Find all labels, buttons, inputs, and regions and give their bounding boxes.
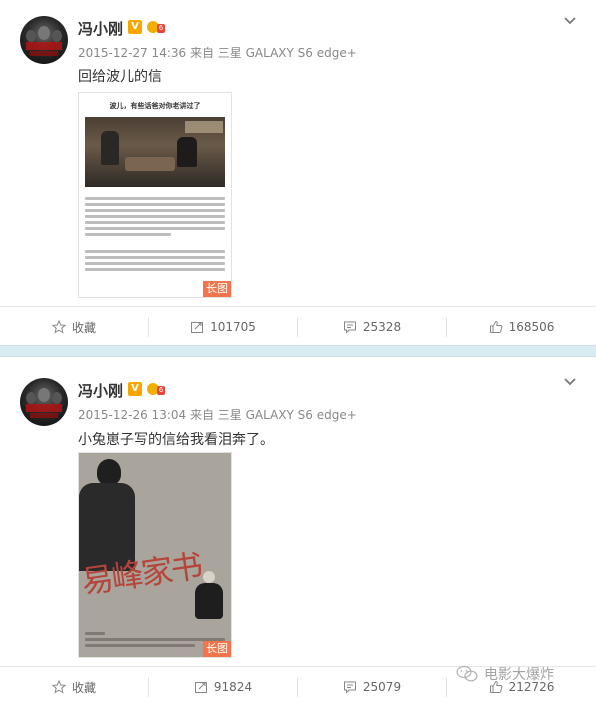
repost-button[interactable]: 101705 <box>149 307 297 347</box>
post-source: 来自 三星 GALAXY S6 edge+ <box>189 408 357 422</box>
post-meta: 2015-12-26 13:04 来自 三星 GALAXY S6 edge+ <box>78 406 357 423</box>
author-avatar[interactable] <box>20 378 68 426</box>
repost-button[interactable]: 91824 <box>149 667 297 707</box>
comment-icon <box>343 321 356 334</box>
wechat-icon <box>456 665 478 682</box>
post-actions: 收藏 101705 25328 168506 <box>0 306 596 347</box>
repost-icon <box>191 322 204 333</box>
thumbs-up-icon <box>489 320 503 333</box>
author-avatar[interactable] <box>20 16 68 64</box>
comment-icon <box>343 681 356 694</box>
comment-button[interactable]: 25079 <box>298 667 446 707</box>
weibo-post: 冯小刚 V 6 2015-12-26 13:04 来自 三星 GALAXY S6… <box>0 357 596 706</box>
verified-badge-icon: V <box>128 382 142 396</box>
weibo-post: 冯小刚 V 6 2015-12-27 14:36 来自 三星 GALAXY S6… <box>0 0 596 345</box>
post-long-image[interactable]: 波儿，有些话爸对你老讲过了 长图 <box>78 92 232 298</box>
chevron-down-icon[interactable] <box>563 375 577 389</box>
post-text: 回给波儿的信 <box>78 69 162 85</box>
verified-badge-icon: V <box>128 20 142 34</box>
repost-icon <box>194 682 207 693</box>
star-icon <box>51 680 66 694</box>
wechat-watermark: 电影大爆炸 <box>456 664 554 684</box>
post-divider <box>0 345 596 357</box>
vip-level-icon: 6 <box>147 20 165 34</box>
image-headline: 波儿，有些话爸对你老讲过了 <box>109 102 201 110</box>
favorite-button[interactable]: 收藏 <box>0 667 148 707</box>
author-name[interactable]: 冯小刚 <box>78 18 123 39</box>
favorite-button[interactable]: 收藏 <box>0 307 148 347</box>
long-image-tag: 长图 <box>203 281 231 297</box>
post-long-image[interactable]: 易峰家书 长图 <box>78 452 232 658</box>
image-figure-crouching <box>191 571 225 621</box>
long-image-tag: 长图 <box>203 641 231 657</box>
author-name[interactable]: 冯小刚 <box>78 380 123 401</box>
post-source: 来自 三星 GALAXY S6 edge+ <box>189 46 357 60</box>
chevron-down-icon[interactable] <box>563 14 577 28</box>
like-button[interactable]: 168506 <box>447 307 596 347</box>
post-text: 小兔崽子写的信给我看泪奔了。 <box>78 432 274 448</box>
star-icon <box>51 320 66 334</box>
post-timestamp[interactable]: 2015-12-27 14:36 <box>78 46 186 60</box>
vip-level-icon: 6 <box>147 382 165 396</box>
post-meta: 2015-12-27 14:36 来自 三星 GALAXY S6 edge+ <box>78 44 357 61</box>
comment-button[interactable]: 25328 <box>298 307 446 347</box>
post-timestamp[interactable]: 2015-12-26 13:04 <box>78 408 186 422</box>
image-photo <box>85 117 225 187</box>
